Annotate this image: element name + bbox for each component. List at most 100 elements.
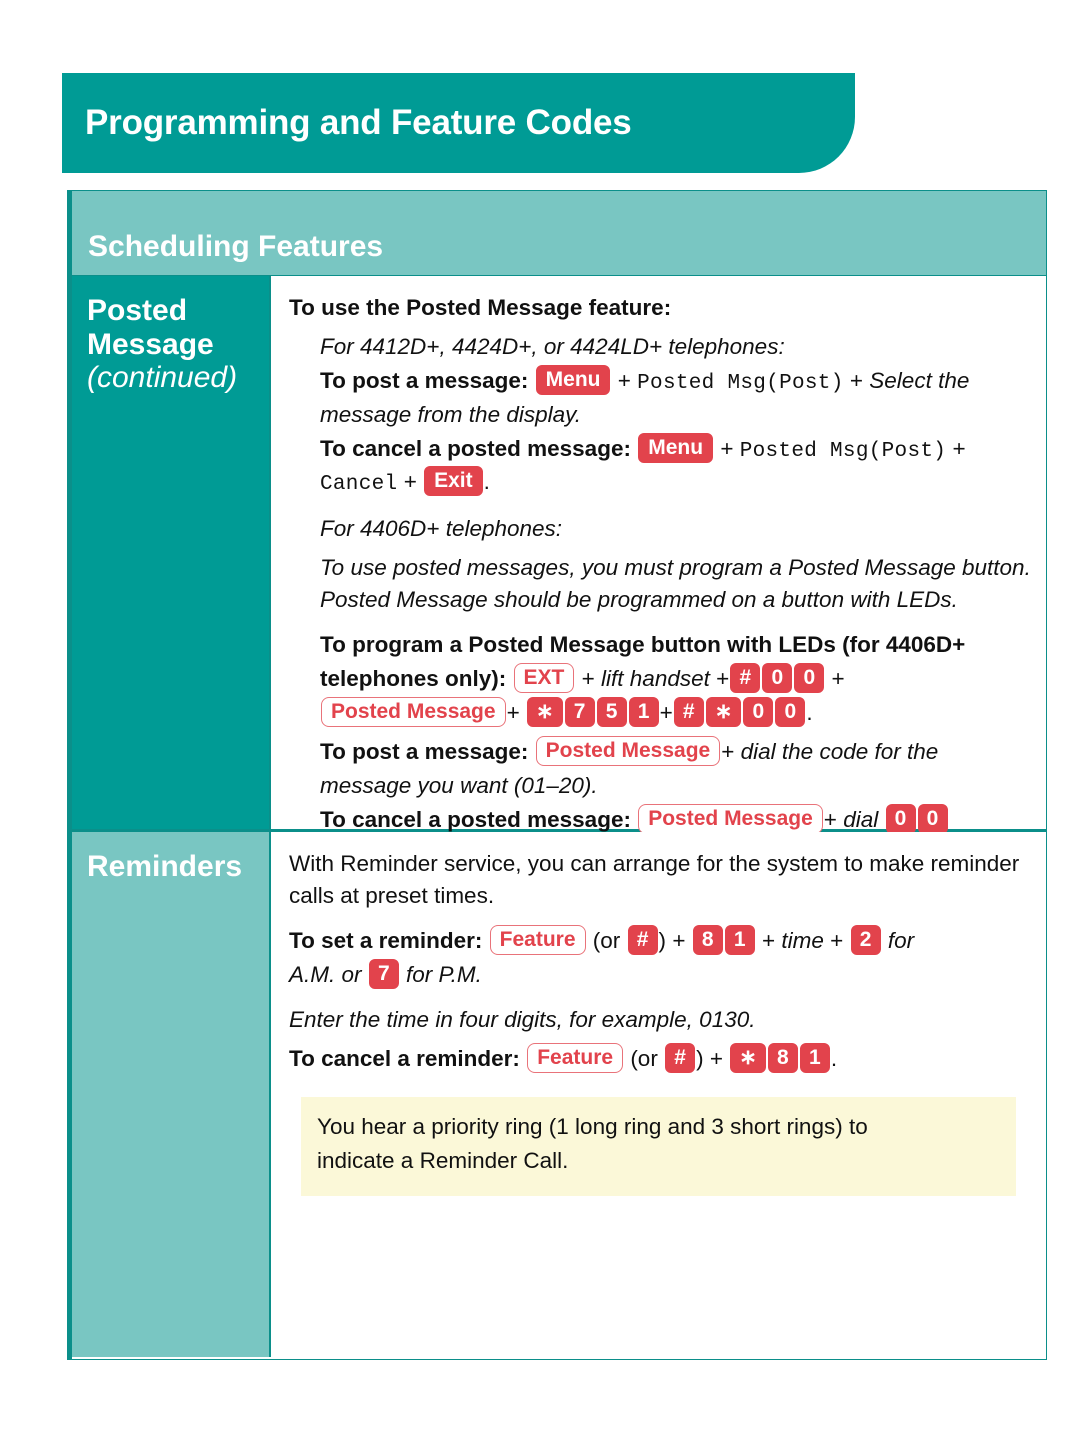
plus-sign: + xyxy=(709,1045,723,1071)
period: . xyxy=(830,1045,838,1071)
key-posted-message[interactable]: Posted Message xyxy=(321,696,506,727)
key-menu-cancel[interactable]: Menu xyxy=(638,432,714,463)
display-label-cancel: Cancel xyxy=(320,473,398,497)
posted-cancel2-dial: dial xyxy=(843,806,879,832)
display-label-post-paren: (Post) xyxy=(868,439,947,463)
posted-paragraph-2: To use posted messages, you must program… xyxy=(320,555,1031,613)
reminders-am-label: A.M. or xyxy=(289,961,362,987)
section-band: Scheduling Features xyxy=(67,190,1047,276)
plus-sign: + xyxy=(672,927,686,953)
plus-sign: + xyxy=(952,435,966,461)
plus-sign: + xyxy=(720,435,734,461)
plus-sign: + xyxy=(659,699,673,725)
note-box-line-2: indicate a Reminder Call. xyxy=(317,1148,569,1174)
plus-sign: + xyxy=(831,666,845,691)
key-feature[interactable]: Feature xyxy=(527,1042,624,1073)
row-label-line-2: Message xyxy=(87,327,214,361)
row-content-posted-message: To use the Posted Message feature: For 4… xyxy=(271,276,1046,834)
row-label-line-3: (continued) xyxy=(87,361,238,395)
posted-post-instruction: To post a message: Menu + Posted Msg(Pos… xyxy=(320,364,1034,431)
plus-sign: + xyxy=(581,666,595,691)
reminders-cancel-lead: To cancel a reminder: xyxy=(289,1045,520,1071)
row-label-line-1: Posted xyxy=(87,294,188,327)
posted-program-line3: Posted Message + ∗ 7 5 1 + # ∗ 0 0. xyxy=(320,696,1034,729)
posted-heading: To use the Posted Message feature: xyxy=(289,295,672,320)
reminder-call-note-box: You hear a priority ring (1 long ring an… xyxy=(301,1096,1016,1196)
row-label-reminders: Reminders xyxy=(72,832,271,1357)
plus-sign: + xyxy=(761,927,776,953)
key-hash[interactable]: # xyxy=(673,696,704,727)
key-digit-7[interactable]: 7 xyxy=(368,958,399,989)
key-digit-1[interactable]: 1 xyxy=(799,1042,830,1073)
key-hash[interactable]: # xyxy=(627,924,658,955)
period: . xyxy=(483,469,490,495)
row-label-posted-message: Posted Message (continued) xyxy=(72,276,271,829)
posted-post2-tail-1: dial the code for the xyxy=(740,738,939,764)
or-close-paren: ) xyxy=(696,1045,704,1071)
key-feature[interactable]: Feature xyxy=(489,924,586,955)
page-header-banner: Programming and Feature Codes xyxy=(62,73,855,173)
key-star[interactable]: ∗ xyxy=(705,696,742,727)
key-star[interactable]: ∗ xyxy=(526,696,563,727)
key-digit-7[interactable]: 7 xyxy=(564,696,595,727)
key-digit-0[interactable]: 0 xyxy=(762,663,793,693)
key-hash[interactable]: # xyxy=(730,663,761,693)
table-row-reminders: Reminders With Reminder service, you can… xyxy=(72,832,1046,1357)
key-star[interactable]: ∗ xyxy=(730,1042,766,1073)
key-digit-0[interactable]: 0 xyxy=(917,803,948,834)
posted-cancel2-lead: To cancel a posted message: xyxy=(320,806,631,832)
display-label-posted-msg: Posted Msg xyxy=(739,439,869,463)
posted-subheading-2: For 4406D+ telephones: xyxy=(320,516,563,542)
or-close-paren: ) xyxy=(658,927,667,953)
period: . xyxy=(806,699,813,725)
key-posted-message[interactable]: Posted Message xyxy=(535,735,721,766)
key-digit-8[interactable]: 8 xyxy=(692,924,723,955)
plus-sign: + xyxy=(849,367,864,393)
posted-cancel-lead: To cancel a posted message: xyxy=(320,435,631,461)
or-open-paren: (or xyxy=(630,1045,658,1071)
reminders-ampm-line: A.M. or 7 for P.M. xyxy=(289,958,1034,991)
posted-post2-lead: To post a message: xyxy=(320,738,529,764)
plus-sign: + xyxy=(830,927,844,953)
posted-cancel-instruction: To cancel a posted message: Menu + Poste… xyxy=(320,432,1034,501)
note-box-line-1: You hear a priority ring (1 long ring an… xyxy=(317,1113,868,1139)
key-digit-0[interactable]: 0 xyxy=(794,663,825,693)
reminders-set-for-am: for xyxy=(887,927,915,953)
key-digit-1[interactable]: 1 xyxy=(724,924,755,955)
page-canvas: Programming and Feature Codes Scheduling… xyxy=(0,0,1080,1440)
posted-program-line2: telephones only): EXT + lift handset + #0… xyxy=(320,663,1034,695)
row-content-reminders: With Reminder service, you can arrange f… xyxy=(271,832,1046,1357)
key-hash[interactable]: # xyxy=(665,1042,696,1073)
key-digit-8[interactable]: 8 xyxy=(767,1042,798,1073)
key-ext[interactable]: EXT xyxy=(513,663,575,693)
key-digit-2[interactable]: 2 xyxy=(850,924,881,955)
reminders-set-instruction: To set a reminder: Feature (or #) + 81 +… xyxy=(289,924,1034,957)
reminders-paragraph-1: With Reminder service, you can arrange f… xyxy=(289,851,1020,908)
display-label-post-paren: (Post) xyxy=(766,371,844,395)
plus-sign: + xyxy=(617,367,631,393)
key-digit-1[interactable]: 1 xyxy=(628,696,659,727)
plus-sign: + xyxy=(721,738,735,764)
section-title: Scheduling Features xyxy=(88,230,384,263)
reminders-set-lead: To set a reminder: xyxy=(289,927,483,953)
key-exit[interactable]: Exit xyxy=(424,466,483,497)
key-digit-0[interactable]: 0 xyxy=(743,696,774,727)
posted-program-lift-handset: lift handset xyxy=(601,666,710,691)
table-row-posted-message: Posted Message (continued) To use the Po… xyxy=(72,276,1046,834)
display-label-posted-msg: Posted Msg xyxy=(637,371,767,395)
key-posted-message[interactable]: Posted Message xyxy=(638,803,823,834)
posted-post-select: Select xyxy=(869,367,932,393)
key-digit-0[interactable]: 0 xyxy=(775,696,806,727)
posted-subheading-1: For 4412D+, 4424D+, or 4424LD+ telephone… xyxy=(320,333,785,359)
page-title: Programming and Feature Codes xyxy=(85,103,632,142)
key-digit-5[interactable]: 5 xyxy=(596,696,627,727)
key-menu-post[interactable]: Menu xyxy=(535,364,611,395)
plus-sign: + xyxy=(403,469,417,495)
posted-post2-instruction: To post a message: Posted Message + dial … xyxy=(320,735,1034,768)
reminders-for-pm: for P.M. xyxy=(406,961,482,987)
reminders-set-time: time xyxy=(781,927,824,953)
plus-sign: + xyxy=(823,806,837,832)
key-digit-0[interactable]: 0 xyxy=(885,803,916,834)
reminders-time-note: Enter the time in four digits, for examp… xyxy=(289,1006,756,1032)
posted-post2-tail-2: message you want (01–20). xyxy=(320,772,598,798)
